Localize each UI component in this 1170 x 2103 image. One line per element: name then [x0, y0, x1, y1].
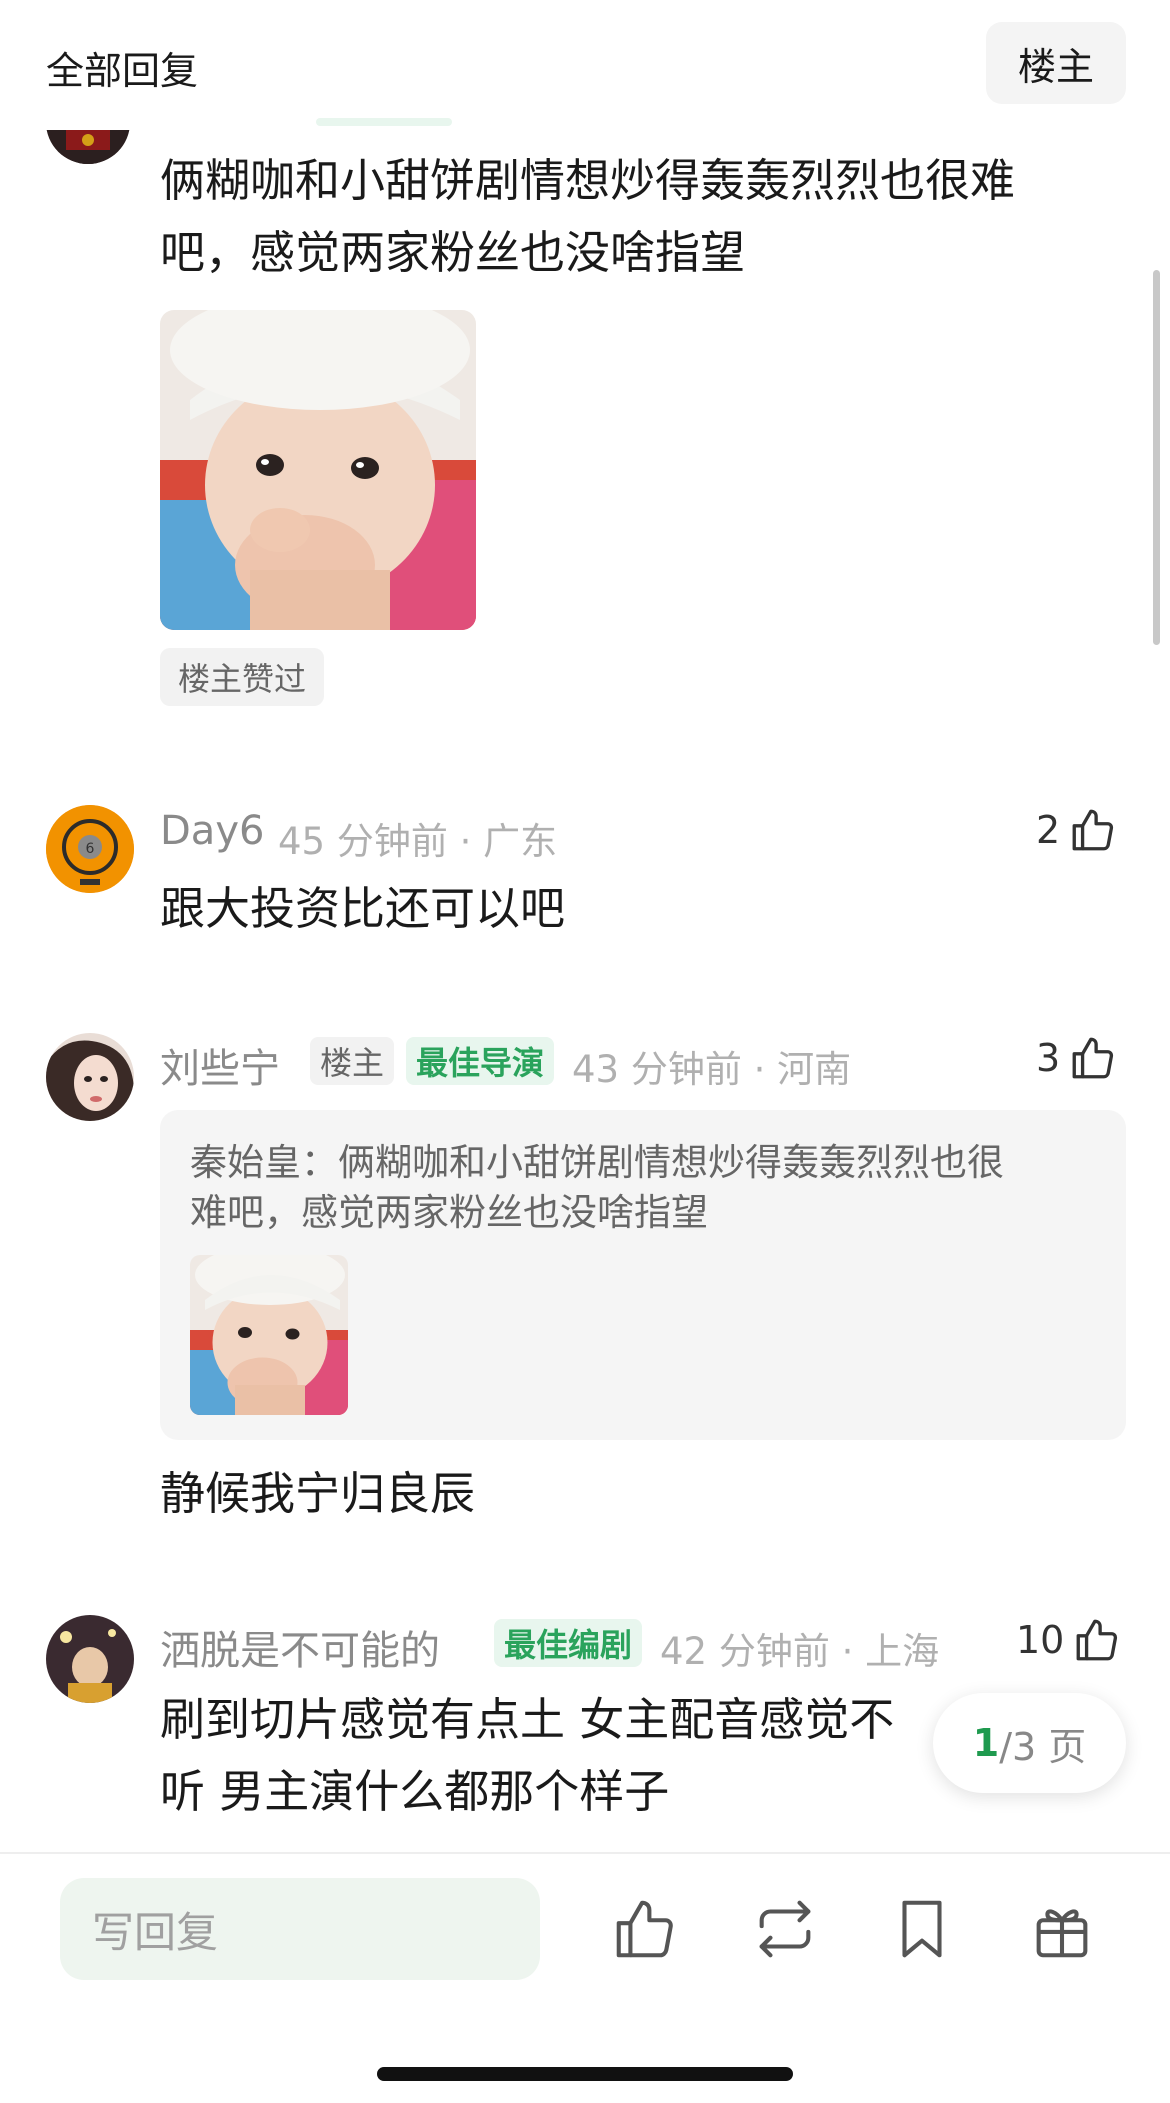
like-count: 3: [1036, 1036, 1061, 1080]
comment-text: 刷到切片感觉有点土 女主配音感觉不 听 男主演什么都那个样子: [160, 1684, 960, 1828]
username[interactable]: Day6: [160, 808, 264, 854]
quoted-text: 秦始皇：俩糊咖和小甜饼剧情想炒得轰轰烈烈也很 难吧，感觉两家粉丝也没啥指望: [190, 1138, 1090, 1238]
cut-off-tag: [316, 118, 452, 126]
comment-image[interactable]: [160, 310, 476, 630]
quoted-image[interactable]: [190, 1255, 348, 1415]
like-count: 2: [1036, 808, 1061, 852]
timestamp-location: 45 分钟前 · 广东: [278, 820, 558, 863]
comment-text-line: 吧，感觉两家粉丝也没啥指望: [160, 226, 746, 279]
bottom-action-bar: 写回复: [0, 1852, 1170, 2103]
thumbs-up-icon: [1076, 1619, 1118, 1661]
like-button[interactable]: 10: [1016, 1615, 1122, 1665]
title-badge: 最佳导演: [406, 1037, 555, 1085]
owner-tag: 楼主: [310, 1037, 395, 1085]
avatar[interactable]: [46, 1615, 134, 1703]
home-indicator[interactable]: [377, 2067, 793, 2081]
comment-text-line: 俩糊咖和小甜饼剧情想炒得轰轰烈烈也很难: [160, 154, 1016, 207]
thumbs-up-icon[interactable]: [610, 1894, 680, 1964]
owner-only-button[interactable]: 楼主: [986, 22, 1126, 104]
total-pages: /3 页: [999, 1724, 1087, 1769]
like-button[interactable]: 3: [1036, 1033, 1118, 1083]
title-badge: 最佳编剧: [494, 1619, 643, 1667]
comment-text: 静候我宁归良辰: [160, 1467, 476, 1520]
timestamp-location: 43 分钟前 · 河南: [572, 1048, 852, 1091]
scrollbar[interactable]: [1153, 270, 1160, 645]
quoted-text-line: 秦始皇：俩糊咖和小甜饼剧情想炒得轰轰烈烈也很: [190, 1141, 1004, 1184]
bookmark-icon[interactable]: [887, 1894, 957, 1964]
username[interactable]: 洒脱是不可能的: [160, 1618, 440, 1676]
gift-icon[interactable]: [1027, 1894, 1097, 1964]
page-title: 全部回复: [46, 49, 199, 93]
owner-liked-badge: 楼主赞过: [160, 648, 325, 706]
timestamp-location: 42 分钟前 · 上海: [660, 1630, 940, 1673]
comment-text-line: 刷到切片感觉有点土 女主配音感觉不: [160, 1693, 895, 1746]
svg-text:6: 6: [86, 841, 95, 857]
quoted-reply[interactable]: 秦始皇：俩糊咖和小甜饼剧情想炒得轰轰烈烈也很 难吧，感觉两家粉丝也没啥指望: [160, 1110, 1126, 1440]
like-button[interactable]: 2: [1036, 805, 1118, 855]
quoted-text-line: 难吧，感觉两家粉丝也没啥指望: [190, 1191, 708, 1234]
avatar[interactable]: [46, 1033, 134, 1121]
reply-input[interactable]: 写回复: [60, 1878, 540, 1980]
thumbs-up-icon: [1072, 1037, 1114, 1079]
thumbs-up-icon: [1072, 809, 1114, 851]
comment-text: 跟大投资比还可以吧: [160, 882, 566, 935]
avatar[interactable]: 6: [46, 805, 134, 893]
comment-text-line: 听 男主演什么都那个样子: [160, 1765, 670, 1818]
username[interactable]: 刘些宁: [160, 1036, 280, 1094]
comment-text: 俩糊咖和小甜饼剧情想炒得轰轰烈烈也很难 吧，感觉两家粉丝也没啥指望: [160, 145, 1120, 289]
repost-icon[interactable]: [750, 1894, 820, 1964]
like-count: 10: [1016, 1618, 1065, 1662]
current-page: 1: [972, 1721, 1000, 1765]
page-indicator[interactable]: 1/3 页: [933, 1693, 1126, 1793]
top-header: 全部回复 楼主: [0, 0, 1170, 125]
